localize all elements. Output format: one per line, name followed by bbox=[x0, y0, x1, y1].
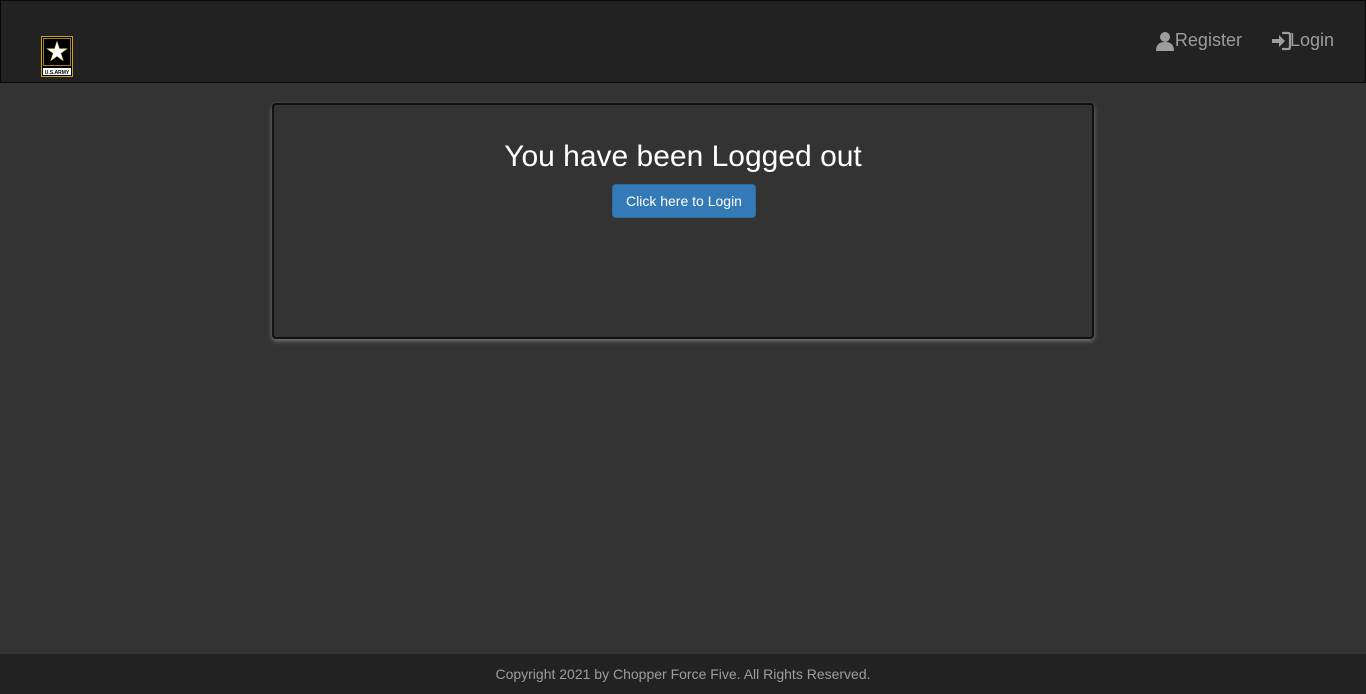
nav-links: Register Login bbox=[1155, 30, 1334, 51]
footer: Copyright 2021 by Chopper Force Five. Al… bbox=[0, 654, 1366, 694]
logo-text: U.S.ARMY bbox=[45, 70, 70, 76]
register-link[interactable]: Register bbox=[1155, 30, 1242, 51]
login-label: Login bbox=[1289, 30, 1334, 50]
copyright-text: Copyright 2021 by Chopper Force Five. Al… bbox=[495, 666, 871, 682]
logout-panel: You have been Logged out Click here to L… bbox=[272, 103, 1094, 339]
top-navbar: U.S.ARMY Register Login bbox=[0, 0, 1366, 83]
user-icon bbox=[1155, 31, 1174, 51]
page-title: You have been Logged out bbox=[504, 140, 862, 173]
register-label: Register bbox=[1174, 30, 1242, 50]
army-logo[interactable]: U.S.ARMY bbox=[41, 36, 73, 77]
login-link[interactable]: Login bbox=[1271, 30, 1334, 51]
army-star-icon: U.S.ARMY bbox=[41, 36, 73, 77]
login-icon bbox=[1271, 31, 1291, 51]
login-button[interactable]: Click here to Login bbox=[612, 184, 756, 218]
